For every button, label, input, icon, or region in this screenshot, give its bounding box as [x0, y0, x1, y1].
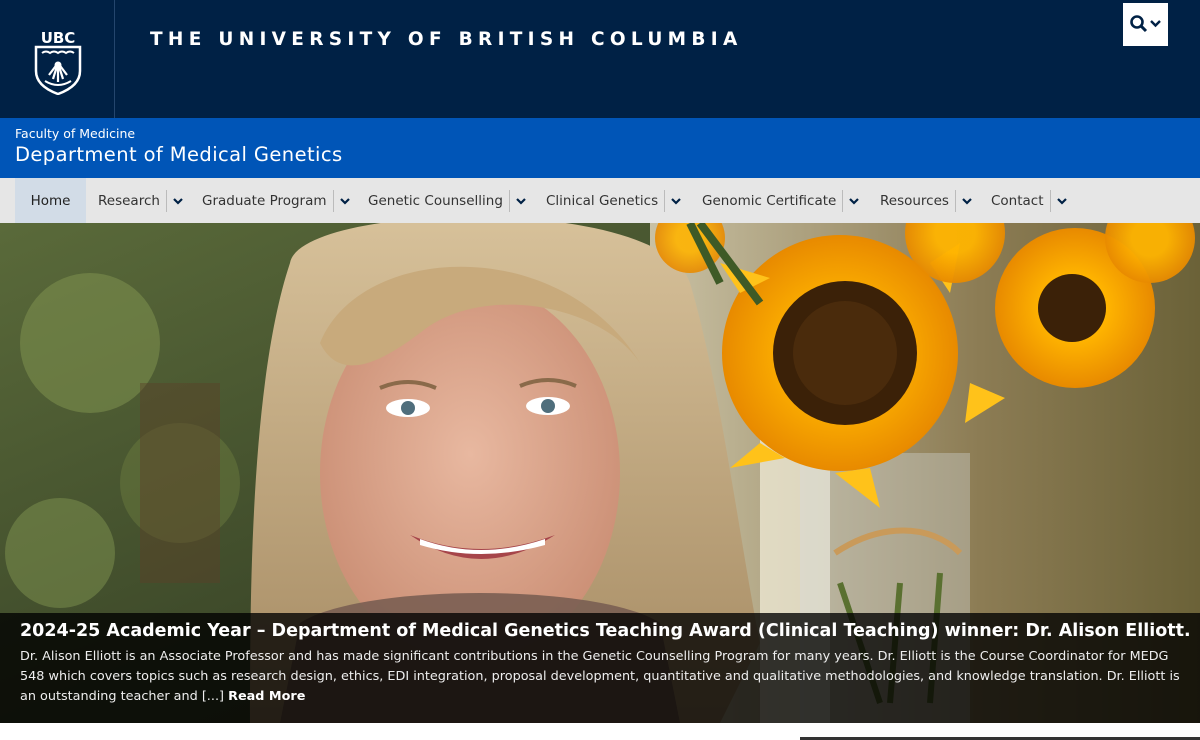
nav-divider	[508, 189, 510, 212]
chevron-down-icon[interactable]	[338, 194, 352, 208]
university-name[interactable]: THE UNIVERSITY OF BRITISH COLUMBIA	[150, 29, 743, 50]
read-more-link[interactable]: Read More	[228, 689, 305, 704]
nav-label[interactable]: Contact	[991, 193, 1044, 209]
nav-divider	[954, 189, 956, 212]
chevron-down-icon[interactable]	[171, 194, 185, 208]
nav-item-home[interactable]: Home	[15, 178, 86, 223]
nav-item-clinical-genetics: Clinical Genetics	[546, 178, 683, 223]
nav-label[interactable]: Resources	[880, 193, 949, 209]
ubc-crest-logo: UBC	[34, 29, 82, 95]
search-icon	[1130, 15, 1161, 33]
chevron-down-icon	[1150, 20, 1161, 28]
department-name-link[interactable]: Department of Medical Genetics	[15, 143, 343, 166]
nav-divider	[1049, 189, 1051, 212]
hero-title-link[interactable]: 2024-25 Academic Year – Department of Me…	[20, 621, 1191, 641]
hero-caption: 2024-25 Academic Year – Department of Me…	[0, 613, 1200, 723]
faculty-name-link[interactable]: Faculty of Medicine	[15, 126, 135, 141]
nav-item-resources: Resources	[880, 178, 974, 223]
hero-carousel-slide: 2024-25 Academic Year – Department of Me…	[0, 223, 1200, 723]
main-navigation: Home Research Graduate Program Genetic C…	[0, 178, 1200, 223]
nav-divider	[165, 189, 167, 212]
ubc-logo-link[interactable]: UBC	[0, 0, 115, 118]
chevron-down-icon[interactable]	[669, 194, 683, 208]
nav-divider	[664, 189, 666, 212]
nav-item-genetic-counselling: Genetic Counselling	[368, 178, 528, 223]
nav-item-graduate-program: Graduate Program	[202, 178, 352, 223]
search-toggle-button[interactable]	[1123, 3, 1168, 46]
nav-item-contact: Contact	[991, 178, 1069, 223]
nav-divider	[842, 189, 844, 212]
nav-item-research: Research	[98, 178, 185, 223]
nav-label[interactable]: Genetic Counselling	[368, 193, 503, 209]
chevron-down-icon[interactable]	[847, 194, 861, 208]
svg-text:UBC: UBC	[41, 29, 76, 47]
nav-label[interactable]: Research	[98, 193, 160, 209]
faculty-bar: Faculty of Medicine Department of Medica…	[0, 118, 1200, 178]
nav-label[interactable]: Home	[31, 193, 71, 209]
hero-body-text: Dr. Alison Elliott is an Associate Profe…	[20, 649, 1180, 704]
nav-label[interactable]: Graduate Program	[202, 193, 327, 209]
nav-label[interactable]: Genomic Certificate	[702, 193, 836, 209]
chevron-down-icon[interactable]	[960, 194, 974, 208]
nav-item-genomic-certificate: Genomic Certificate	[702, 178, 861, 223]
hero-summary: Dr. Alison Elliott is an Associate Profe…	[20, 647, 1185, 707]
ubc-header: UBC THE UNIVERSITY OF BRITISH COLUMBIA	[0, 0, 1200, 118]
nav-label[interactable]: Clinical Genetics	[546, 193, 658, 209]
chevron-down-icon[interactable]	[514, 194, 528, 208]
chevron-down-icon[interactable]	[1055, 194, 1069, 208]
nav-divider	[332, 189, 334, 212]
